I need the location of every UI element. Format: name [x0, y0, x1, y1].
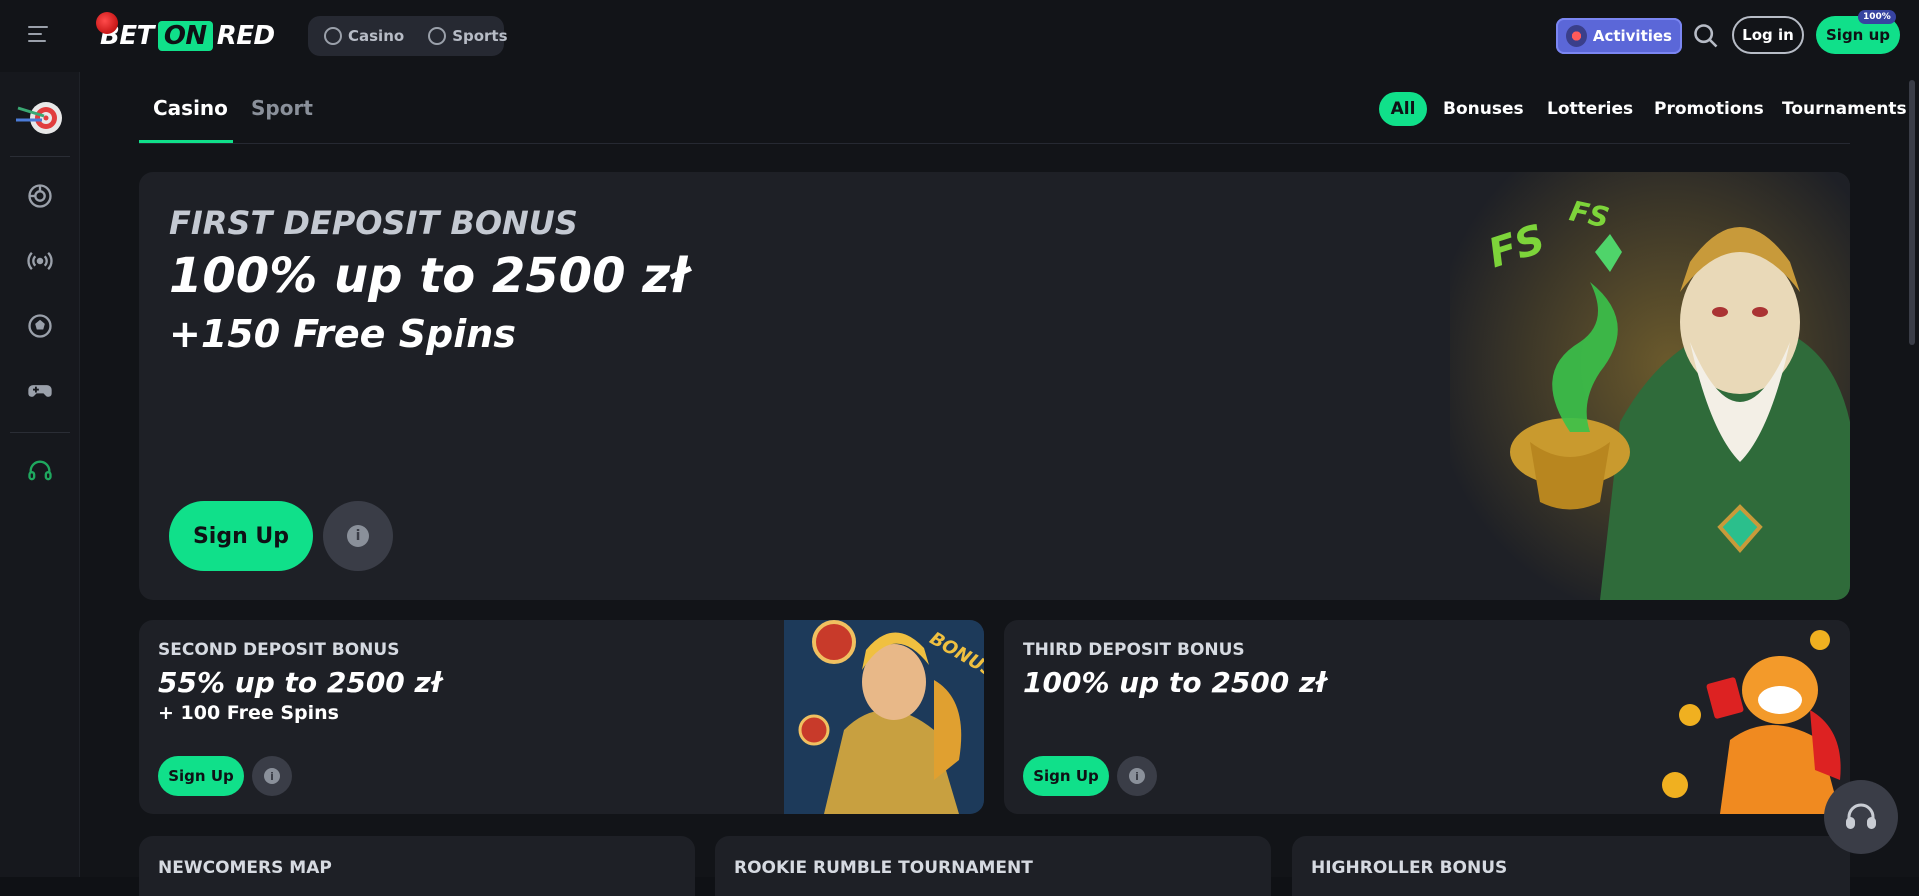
card-title: 100% up to 2500 zł	[1023, 666, 1326, 699]
banner-title: 100% up to 2500 zł	[169, 248, 689, 304]
banner-subtitle: FIRST DEPOSIT BONUS	[169, 204, 578, 242]
soccer-ball-icon	[428, 27, 447, 45]
casino-chip-icon[interactable]	[26, 182, 54, 210]
activities-button[interactable]: Activities	[1556, 18, 1682, 54]
top-header: BET ON RED Casino Sports Activities Log …	[0, 0, 1919, 72]
logo-red: RED	[216, 21, 275, 51]
sidebar-divider	[10, 432, 70, 433]
card-label: ROOKIE RUMBLE TOURNAMENT	[734, 858, 1033, 878]
main-content: Casino Sport All Bonuses Lotteries Promo…	[80, 72, 1919, 896]
bonus-badge: 100%	[1858, 10, 1896, 24]
banner-free-spins: +150 Free Spins	[169, 312, 516, 356]
card-label: HIGHROLLER BONUS	[1311, 858, 1508, 878]
info-icon: i	[347, 525, 369, 547]
card-title: 55% up to 2500 zł	[158, 666, 442, 699]
wizard-illustration: FS FS	[1450, 172, 1850, 600]
knight-illustration: BONUS	[784, 620, 984, 814]
switch-sports[interactable]: Sports	[420, 21, 515, 51]
live-chat-button[interactable]	[1824, 780, 1898, 854]
first-deposit-banner: FIRST DEPOSIT BONUS 100% up to 2500 zł +…	[139, 172, 1850, 600]
banner-signup-button[interactable]: Sign Up	[169, 501, 313, 571]
filter-tournaments[interactable]: Tournaments	[1782, 92, 1907, 126]
product-switch: Casino Sports	[308, 16, 508, 56]
filter-bonuses[interactable]: Bonuses	[1443, 92, 1524, 126]
active-tab-indicator	[139, 140, 233, 143]
card-label: NEWCOMERS MAP	[158, 858, 332, 878]
tab-sport[interactable]: Sport	[251, 96, 313, 120]
filter-promotions[interactable]: Promotions	[1654, 92, 1764, 126]
banner-info-button[interactable]: i	[323, 501, 393, 571]
switch-sports-label: Sports	[452, 27, 508, 45]
gamepad-icon[interactable]	[26, 377, 54, 405]
newcomers-map-card[interactable]: NEWCOMERS MAP	[139, 836, 695, 896]
card-info-button[interactable]: i	[1117, 756, 1157, 796]
site-logo[interactable]: BET ON RED	[96, 12, 275, 56]
info-icon: i	[264, 768, 280, 784]
card-free-spins: + 100 Free Spins	[158, 702, 339, 724]
filter-lotteries[interactable]: Lotteries	[1547, 92, 1633, 126]
tab-casino[interactable]: Casino	[153, 96, 228, 120]
sidebar	[0, 72, 80, 877]
rookie-rumble-card[interactable]: ROOKIE RUMBLE TOURNAMENT	[715, 836, 1271, 896]
casino-chip-icon	[324, 27, 342, 45]
dart-target-logo[interactable]	[14, 94, 66, 140]
activities-label: Activities	[1592, 27, 1672, 45]
card-info-button[interactable]: i	[252, 756, 292, 796]
headset-icon	[1846, 803, 1876, 829]
login-button[interactable]: Log in	[1732, 16, 1804, 54]
logo-ball-icon	[96, 12, 118, 34]
card-label: SECOND DEPOSIT BONUS	[158, 640, 400, 660]
second-deposit-card: SECOND DEPOSIT BONUS 55% up to 2500 zł +…	[139, 620, 984, 814]
highroller-card[interactable]: HIGHROLLER BONUS	[1292, 836, 1850, 896]
third-deposit-card: THIRD DEPOSIT BONUS 100% up to 2500 zł S…	[1004, 620, 1850, 814]
card-signup-button[interactable]: Sign Up	[158, 756, 244, 796]
logo-on: ON	[157, 21, 213, 51]
search-icon[interactable]	[1692, 22, 1720, 50]
card-label: THIRD DEPOSIT BONUS	[1023, 640, 1245, 660]
card-signup-button[interactable]: Sign Up	[1023, 756, 1109, 796]
page-scrollbar[interactable]	[1909, 80, 1915, 345]
switch-casino[interactable]: Casino	[316, 21, 412, 51]
section-tabs: Casino Sport All Bonuses Lotteries Promo…	[139, 72, 1907, 144]
support-icon[interactable]	[26, 457, 54, 485]
info-icon: i	[1129, 768, 1145, 784]
filter-all[interactable]: All	[1379, 92, 1427, 126]
live-broadcast-icon[interactable]	[26, 247, 54, 275]
sidebar-divider	[10, 156, 70, 157]
soccer-ball-icon[interactable]	[26, 312, 54, 340]
dart-icon	[1566, 25, 1587, 47]
switch-casino-label: Casino	[348, 27, 405, 45]
tiger-illustration	[1650, 620, 1850, 814]
menu-icon[interactable]	[28, 26, 52, 46]
